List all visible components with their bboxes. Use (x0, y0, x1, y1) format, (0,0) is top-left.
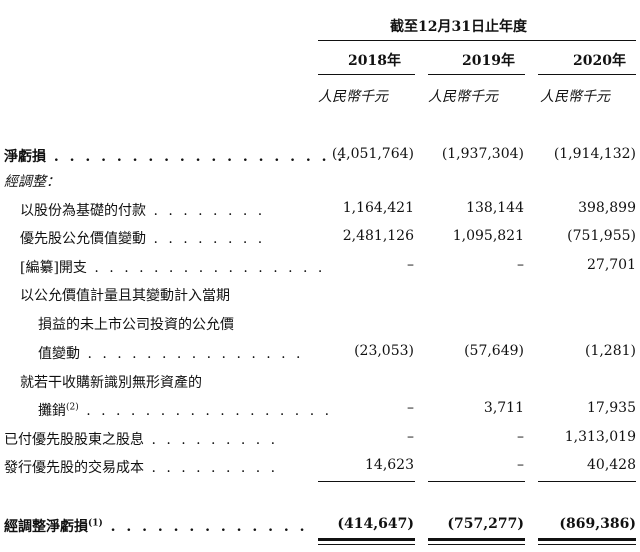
year-rule-2019 (428, 74, 525, 75)
cell: – (517, 257, 524, 273)
row-redacted-expense-label: [編纂]開支 . . . . . . . . . . . . . . . . (20, 257, 325, 277)
period-header: 截至12月31日止年度 (390, 19, 527, 35)
row-label: 已付優先股股東之股息 (4, 432, 144, 448)
row-unlisted-fv-line2: 損益的未上市公司投資的公允價 (38, 317, 234, 333)
subtotal-rule-2020 (538, 481, 636, 482)
unit-2019: 人民幣千元 (428, 89, 498, 105)
row-unlisted-fv-line1: 以公允價值計量且其變動計入當期 (20, 288, 230, 304)
total-double-rule-2018 (318, 538, 415, 541)
cell: 14,623 (365, 457, 414, 473)
cell: (1,281) (584, 343, 636, 359)
cell: – (407, 400, 414, 416)
cell: (1,914,132) (553, 146, 636, 162)
leader-dots: . . . . . . . . . . . . . . . . (86, 260, 326, 276)
row-label: 淨虧損 (4, 149, 46, 165)
header-rule (318, 40, 636, 41)
cell: (751,955) (567, 228, 636, 244)
leader-dots: . . . . . . . . . . . . . . . (80, 346, 304, 362)
row-label: 值變動 (38, 346, 80, 362)
footnote-marker: (1) (88, 518, 103, 529)
year-2020: 2020年 (573, 53, 626, 69)
cell: 1,313,019 (564, 429, 636, 445)
cell: – (407, 429, 414, 445)
cell: 138,144 (466, 200, 524, 216)
unit-2020: 人民幣千元 (540, 89, 610, 105)
total-double-rule-2019-b (428, 544, 525, 545)
adjustments-heading: 經調整： (4, 174, 60, 190)
row-transaction-cost-label: 發行優先股的交易成本 . . . . . . . . . (4, 457, 278, 477)
cell: – (517, 429, 524, 445)
total-double-rule-2018-b (318, 544, 415, 545)
row-label: [編纂]開支 (20, 260, 87, 276)
row-net-loss-label: 淨虧損 . . . . . . . . . . . . . . . . . . … (4, 146, 345, 166)
cell: – (517, 457, 524, 473)
total-double-rule-2020-b (538, 544, 636, 545)
leader-dots: . . . . . . . . . . . . . (102, 519, 308, 535)
cell: 2,481,126 (342, 228, 414, 244)
year-rule-2018 (318, 74, 415, 75)
leader-dots: . . . . . . . . . . . . . . . . . (78, 403, 333, 419)
leader-dots: . . . . . . . . . (144, 432, 279, 448)
footnote-marker: (2) (66, 402, 79, 413)
leader-dots: . . . . . . . . . (144, 460, 279, 476)
year-rule-2020 (538, 74, 636, 75)
cell: 398,899 (578, 200, 636, 216)
year-2019: 2019年 (462, 53, 515, 69)
cell: (4,051,764) (331, 146, 414, 162)
cell: (757,277) (447, 516, 524, 532)
subtotal-rule-2018 (318, 481, 415, 482)
total-double-rule-2020 (538, 538, 636, 541)
row-amortization-line1: 就若干收購新識別無形資產的 (20, 375, 202, 391)
row-preferred-fv-label: 優先股公允價值變動 . . . . . . . . (20, 228, 265, 248)
cell: 40,428 (587, 457, 636, 473)
row-label: 發行優先股的交易成本 (4, 460, 144, 476)
cell: – (407, 257, 414, 273)
row-label: 以股份為基礎的付款 (20, 203, 146, 219)
row-share-based-payment-label: 以股份為基礎的付款 . . . . . . . . (20, 200, 265, 220)
row-unlisted-fv-line3: 值變動 . . . . . . . . . . . . . . . (38, 343, 304, 363)
cell: 1,095,821 (452, 228, 524, 244)
cell: (869,386) (559, 516, 636, 532)
leader-dots: . . . . . . . . (146, 231, 266, 247)
cell: (1,937,304) (441, 146, 524, 162)
cell: (414,647) (337, 516, 414, 532)
cell: 17,935 (587, 400, 636, 416)
leader-dots: . . . . . . . . . . . . . . . . . . . (46, 149, 346, 165)
cell: 1,164,421 (342, 200, 414, 216)
row-label: 經調整淨虧損 (4, 519, 88, 535)
cell: 3,711 (483, 400, 524, 416)
total-double-rule-2019 (428, 538, 525, 541)
subtotal-rule-2019 (428, 481, 525, 482)
row-adjusted-net-loss-label: 經調整淨虧損(1) . . . . . . . . . . . . . (4, 516, 308, 536)
cell: (57,649) (464, 343, 524, 359)
cell: 27,701 (587, 257, 636, 273)
row-label: 優先股公允價值變動 (20, 231, 146, 247)
cell: (23,053) (354, 343, 414, 359)
row-dividend-label: 已付優先股股東之股息 . . . . . . . . . (4, 429, 278, 449)
row-amortization-line2: 攤銷(2) . . . . . . . . . . . . . . . . . (38, 400, 332, 420)
year-2018: 2018年 (348, 53, 401, 69)
row-label: 攤銷 (38, 403, 66, 419)
unit-2018: 人民幣千元 (318, 89, 388, 105)
leader-dots: . . . . . . . . (146, 203, 266, 219)
